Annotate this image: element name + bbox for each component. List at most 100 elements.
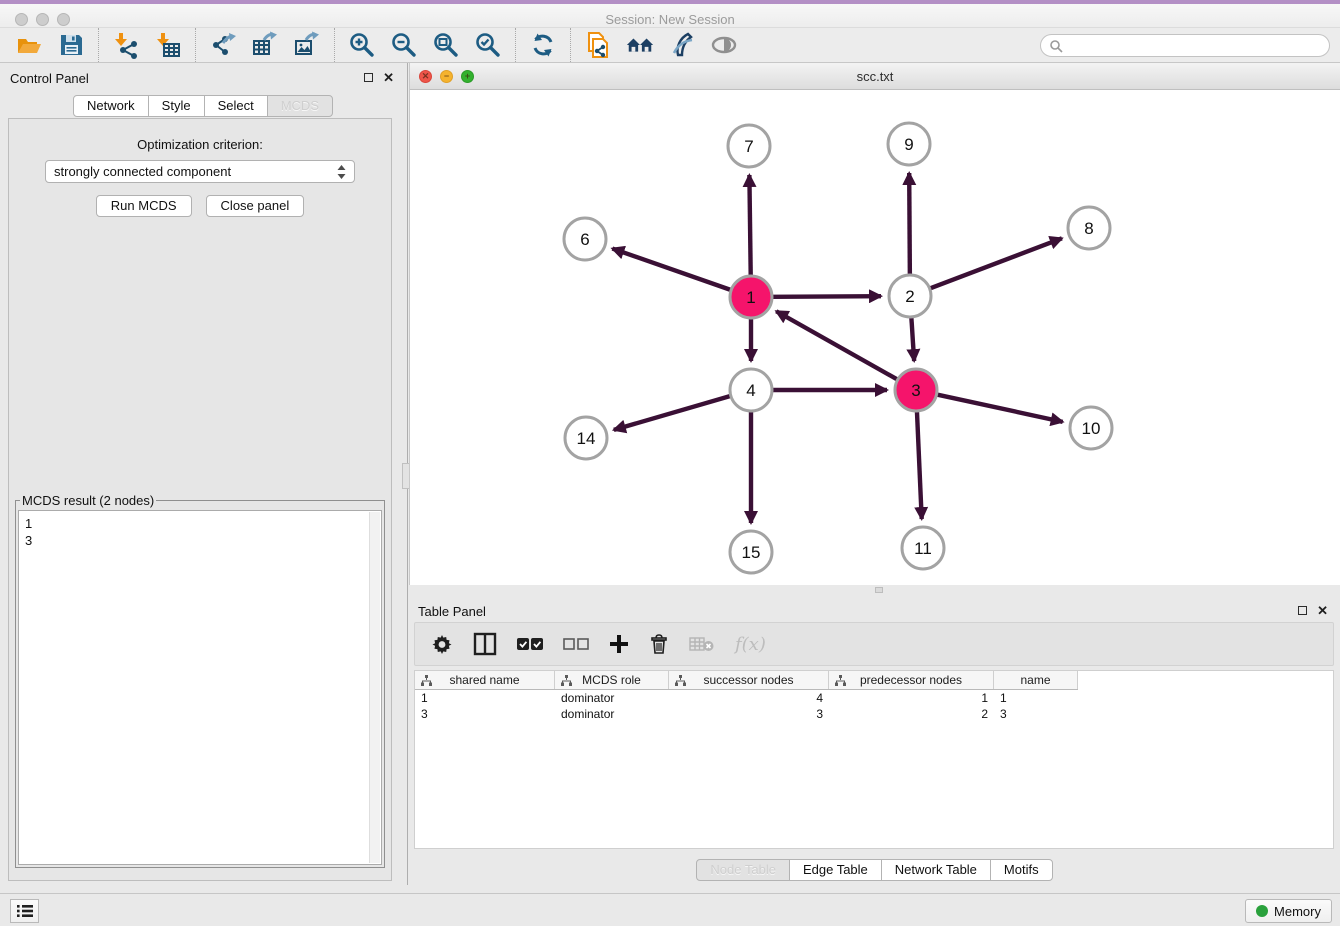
control-panel: Control Panel ✕ NetworkStyleSelectMCDS O… xyxy=(0,63,406,885)
zoom-selected-icon[interactable] xyxy=(473,29,503,61)
attribute-icon xyxy=(421,675,432,686)
cell-mcds_role[interactable]: dominator xyxy=(555,706,669,722)
graph-edge-4-14[interactable] xyxy=(614,396,730,430)
refresh-icon[interactable] xyxy=(528,29,558,61)
cell-shared_name[interactable]: 3 xyxy=(415,706,555,722)
graph-edge-3-11[interactable] xyxy=(917,412,922,519)
horizontal-split-divider[interactable] xyxy=(409,585,1340,596)
save-icon[interactable] xyxy=(56,29,86,61)
column-header-predecessor-nodes[interactable]: predecessor nodes xyxy=(829,671,994,689)
tab-motifs[interactable]: Motifs xyxy=(990,859,1053,881)
close-panel-button[interactable]: Close panel xyxy=(206,195,305,217)
result-line: 1 xyxy=(25,515,379,532)
graph-node-label: 14 xyxy=(577,429,596,448)
attribute-icon xyxy=(561,675,572,686)
memory-label: Memory xyxy=(1274,904,1321,919)
main-titlebar: Session: New Session xyxy=(0,4,1340,27)
graph-edge-3-10[interactable] xyxy=(937,395,1062,422)
paintbrush-icon[interactable] xyxy=(667,29,697,61)
table-toolbar: f(x) xyxy=(414,622,1334,666)
export-table-icon[interactable] xyxy=(250,29,280,61)
import-table-icon[interactable] xyxy=(153,29,183,61)
mcds-result-group: MCDS result (2 nodes) 13 xyxy=(15,493,385,868)
float-panel-icon[interactable] xyxy=(364,73,373,82)
graph-node-label: 3 xyxy=(911,381,920,400)
deselect-all-icon[interactable] xyxy=(563,629,589,659)
graph-edge-2-8[interactable] xyxy=(931,238,1062,288)
zoom-out-icon[interactable] xyxy=(389,29,419,61)
search-input[interactable] xyxy=(1063,36,1329,55)
column-header-MCDS-role[interactable]: MCDS role xyxy=(555,671,669,689)
column-header-successor-nodes[interactable]: successor nodes xyxy=(669,671,829,689)
delete-table-icon[interactable] xyxy=(689,629,715,659)
graph-node-label: 4 xyxy=(746,381,755,400)
select-all-icon[interactable] xyxy=(517,629,543,659)
graph-edge-1-6[interactable] xyxy=(612,249,730,290)
tab-select[interactable]: Select xyxy=(204,95,268,117)
tab-node-table[interactable]: Node Table xyxy=(696,859,790,881)
float-table-panel-icon[interactable] xyxy=(1298,606,1307,615)
eye-icon[interactable] xyxy=(709,29,739,61)
export-network-icon[interactable] xyxy=(208,29,238,61)
cell-successor_nodes[interactable]: 4 xyxy=(669,690,829,706)
zoom-fit-icon[interactable] xyxy=(431,29,461,61)
column-header-name[interactable]: name xyxy=(994,671,1078,689)
node-table: shared nameMCDS rolesuccessor nodesprede… xyxy=(414,670,1334,849)
tab-mcds[interactable]: MCDS xyxy=(267,95,333,117)
network-graph[interactable]: 7968124314101511 xyxy=(410,90,1340,585)
control-panel-tabs: NetworkStyleSelectMCDS xyxy=(0,95,406,117)
graph-edge-3-1[interactable] xyxy=(776,311,897,379)
run-mcds-button[interactable]: Run MCDS xyxy=(96,195,192,217)
graph-edge-2-3[interactable] xyxy=(911,318,914,361)
mcds-result-list[interactable]: 13 xyxy=(18,510,382,865)
cell-name[interactable]: 1 xyxy=(994,690,1078,706)
close-panel-icon[interactable]: ✕ xyxy=(383,71,394,84)
graph-edge-1-2[interactable] xyxy=(773,296,881,297)
gear-icon[interactable] xyxy=(431,629,453,659)
table-row[interactable]: 1dominator411 xyxy=(415,690,1333,706)
graph-edge-1-7[interactable] xyxy=(749,175,750,275)
tab-edge-table[interactable]: Edge Table xyxy=(789,859,882,881)
export-image-icon[interactable] xyxy=(292,29,322,61)
network-window-titlebar[interactable]: ✕ − + scc.txt xyxy=(410,63,1340,90)
trash-icon[interactable] xyxy=(649,629,669,659)
graph-node-label: 11 xyxy=(914,539,932,558)
split-view-icon[interactable] xyxy=(473,629,497,659)
cell-predecessor_nodes[interactable]: 2 xyxy=(829,706,994,722)
optimization-criterion-select[interactable]: strongly connected component xyxy=(45,160,355,183)
task-history-button[interactable] xyxy=(10,899,39,923)
add-column-icon[interactable] xyxy=(609,629,629,659)
zoom-in-icon[interactable] xyxy=(347,29,377,61)
search-field[interactable] xyxy=(1040,34,1330,57)
tab-network[interactable]: Network xyxy=(73,95,149,117)
tab-style[interactable]: Style xyxy=(148,95,205,117)
optimization-criterion-label: Optimization criterion: xyxy=(9,137,391,152)
toolbar-separator xyxy=(98,28,99,62)
function-builder-icon[interactable]: f(x) xyxy=(735,629,766,659)
cell-successor_nodes[interactable]: 3 xyxy=(669,706,829,722)
column-header-shared-name[interactable]: shared name xyxy=(415,671,555,689)
memory-button[interactable]: Memory xyxy=(1245,899,1332,923)
graph-edge-2-9[interactable] xyxy=(909,173,910,274)
open-file-icon[interactable] xyxy=(14,29,44,61)
cell-mcds_role[interactable]: dominator xyxy=(555,690,669,706)
table-row[interactable]: 3dominator323 xyxy=(415,706,1333,722)
import-network-icon[interactable] xyxy=(111,29,141,61)
application-window: Session: New Session xyxy=(0,0,1340,926)
network-canvas[interactable]: 7968124314101511 xyxy=(410,90,1340,585)
copy-network-icon[interactable] xyxy=(583,29,613,61)
houses-icon[interactable] xyxy=(625,29,655,61)
close-table-panel-icon[interactable]: ✕ xyxy=(1317,604,1328,617)
result-scrollbar[interactable] xyxy=(369,512,380,863)
search-icon xyxy=(1049,39,1063,53)
graph-node-label: 1 xyxy=(746,288,755,307)
cell-shared_name[interactable]: 1 xyxy=(415,690,555,706)
table-panel-title: Table Panel xyxy=(418,604,486,619)
cell-name[interactable]: 3 xyxy=(994,706,1078,722)
tab-network-table[interactable]: Network Table xyxy=(881,859,991,881)
cell-predecessor_nodes[interactable]: 1 xyxy=(829,690,994,706)
result-line: 3 xyxy=(25,532,379,549)
graph-node-label: 6 xyxy=(580,230,589,249)
divider-grip[interactable] xyxy=(875,587,883,593)
toolbar-separator xyxy=(515,28,516,62)
